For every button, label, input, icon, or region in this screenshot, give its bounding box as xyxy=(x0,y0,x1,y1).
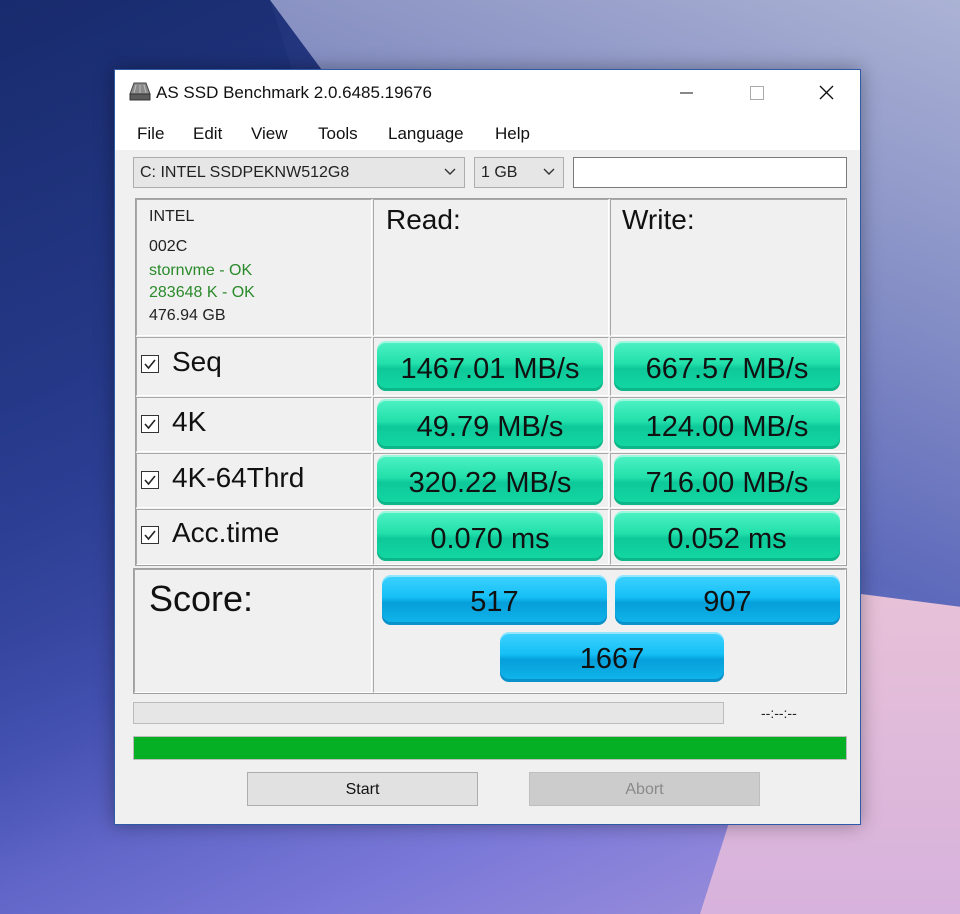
menu-view[interactable]: View xyxy=(251,124,288,144)
total-progress xyxy=(133,736,847,760)
acctime-write-value: 0.052 ms xyxy=(614,511,840,561)
4k-write-value: 124.00 MB/s xyxy=(614,399,840,449)
drive-firmware: 002C xyxy=(149,238,188,255)
minimize-icon xyxy=(680,92,693,94)
4k-read-value: 49.79 MB/s xyxy=(377,399,603,449)
write-column-header: Write: xyxy=(622,204,695,235)
read-column-header: Read: xyxy=(386,204,461,235)
minimize-button[interactable] xyxy=(663,78,709,108)
chevron-down-icon xyxy=(543,168,555,175)
size-select-value: 1 GB xyxy=(481,164,518,181)
app-window: AS SSD Benchmark 2.0.6485.19676 File Edi… xyxy=(114,69,861,825)
chevron-down-icon xyxy=(444,168,456,175)
seq-write-value: 667.57 MB/s xyxy=(614,341,840,391)
seq-label: Seq xyxy=(172,346,222,377)
size-select[interactable]: 1 GB xyxy=(474,157,564,188)
menu-edit[interactable]: Edit xyxy=(193,124,222,144)
checkmark-icon xyxy=(144,359,156,370)
score-label: Score: xyxy=(149,578,254,619)
close-button[interactable] xyxy=(803,78,849,108)
seq-checkbox[interactable] xyxy=(141,355,159,373)
menu-language[interactable]: Language xyxy=(388,124,464,144)
checkmark-icon xyxy=(144,530,156,541)
current-test-progress xyxy=(133,702,724,724)
score-total-value: 1667 xyxy=(500,632,724,682)
4k64-write-value: 716.00 MB/s xyxy=(614,455,840,505)
total-progress-fill xyxy=(134,737,846,759)
window-title: AS SSD Benchmark 2.0.6485.19676 xyxy=(156,83,432,102)
checkmark-icon xyxy=(144,475,156,486)
drive-select[interactable]: C: INTEL SSDPEKNW512G8 xyxy=(133,157,465,188)
menu-file[interactable]: File xyxy=(137,124,164,144)
drive-vendor: INTEL xyxy=(149,208,195,225)
acctime-checkbox[interactable] xyxy=(141,526,159,544)
name-input[interactable] xyxy=(573,157,847,188)
alignment-status: 283648 K - OK xyxy=(149,284,255,301)
score-write-value: 907 xyxy=(615,575,840,625)
menu-help[interactable]: Help xyxy=(495,124,530,144)
4k64-checkbox[interactable] xyxy=(141,471,159,489)
4k-label: 4K xyxy=(172,406,207,437)
driver-status: stornvme - OK xyxy=(149,262,253,279)
close-icon xyxy=(819,85,834,100)
start-button[interactable]: Start xyxy=(247,772,478,806)
abort-button[interactable]: Abort xyxy=(529,772,760,806)
title-bar[interactable]: AS SSD Benchmark 2.0.6485.19676 xyxy=(115,70,860,116)
4k-checkbox[interactable] xyxy=(141,415,159,433)
drive-capacity: 476.94 GB xyxy=(149,307,226,324)
maximize-button[interactable] xyxy=(733,78,779,108)
4k64-label: 4K-64Thrd xyxy=(172,462,305,493)
checkmark-icon xyxy=(144,419,156,430)
menu-tools[interactable]: Tools xyxy=(318,124,358,144)
elapsed-time: --:--:-- xyxy=(761,705,797,721)
score-read-value: 517 xyxy=(382,575,607,625)
maximize-icon xyxy=(750,86,764,100)
menu-bar: File Edit View Tools Language Help xyxy=(115,116,860,150)
drive-select-value: C: INTEL SSDPEKNW512G8 xyxy=(140,164,350,181)
acctime-read-value: 0.070 ms xyxy=(377,511,603,561)
seq-read-value: 1467.01 MB/s xyxy=(377,341,603,391)
4k64-read-value: 320.22 MB/s xyxy=(377,455,603,505)
acctime-label: Acc.time xyxy=(172,517,280,548)
drive-icon xyxy=(129,82,151,101)
